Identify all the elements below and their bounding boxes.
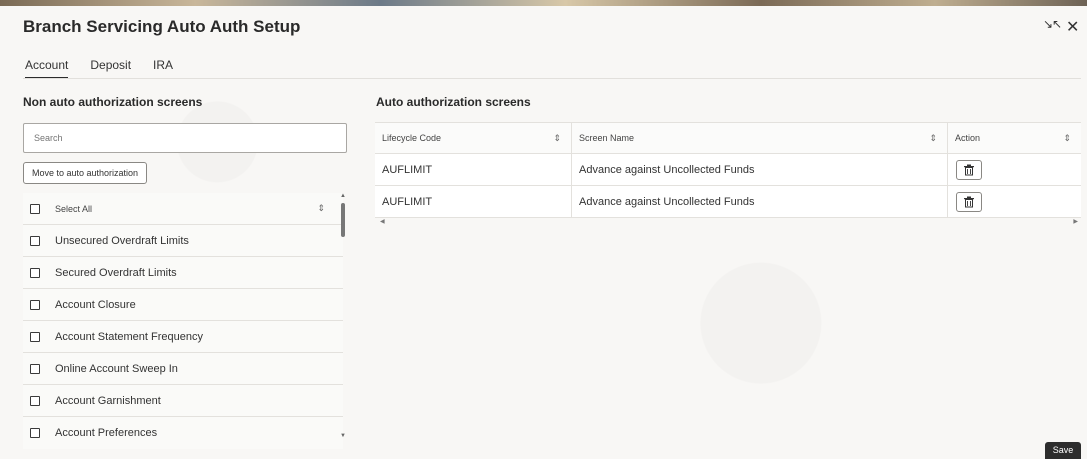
sort-icon[interactable]: ⇕ [553,133,561,144]
close-icon[interactable]: ✕ [1066,17,1079,37]
table-row[interactable]: AUFLIMIT Advance against Uncollected Fun… [375,154,1081,186]
delete-icon [964,164,974,175]
item-checkbox[interactable] [30,331,40,342]
tab-deposit[interactable]: Deposit [90,58,131,79]
tab-ira[interactable]: IRA [153,58,173,79]
sort-icon[interactable]: ⇕ [929,133,937,144]
move-to-auto-button[interactable]: Move to auto authorization [23,162,148,184]
tab-bar: Account Deposit IRA [25,58,195,79]
scroll-up-icon[interactable]: ▲ [340,193,346,199]
scroll-down-icon[interactable]: ▼ [340,433,346,439]
list-item-label: Online Account Sweep In [55,362,178,375]
item-checkbox[interactable] [30,235,40,246]
list-item-label: Account Garnishment [55,394,161,407]
search-input[interactable] [23,123,347,153]
table-header-row: Lifecycle Code ⇕ Screen Name ⇕ Action ⇕ [375,122,1081,154]
delete-button[interactable] [956,159,982,180]
scroll-left-icon[interactable]: ◀ [380,218,385,225]
screen-name-cell: Advance against Uncollected Funds [572,186,948,217]
action-cell [948,154,1081,185]
action-cell [948,186,1081,217]
delete-icon [964,196,974,207]
list-scrollbar[interactable]: ▲ ▼ [339,193,347,443]
list-item[interactable]: Account Garnishment [23,385,343,417]
list-item-label: Account Statement Frequency [55,330,203,343]
select-all-row[interactable]: Select All ⇕ [23,193,343,225]
column-header-screen-name[interactable]: Screen Name ⇕ [572,123,948,153]
list-item-label: Account Closure [55,298,136,311]
list-item[interactable]: Online Account Sweep In [23,353,343,385]
save-button[interactable]: Save [1045,442,1081,459]
page-title: Branch Servicing Auto Auth Setup [23,17,301,36]
item-checkbox[interactable] [30,267,40,278]
table-row[interactable]: AUFLIMIT Advance against Uncollected Fun… [375,186,1081,218]
scroll-right-icon[interactable]: ▶ [1073,218,1078,225]
item-checkbox[interactable] [30,299,40,310]
list-item-label: Unsecured Overdraft Limits [55,234,189,247]
list-item-label: Secured Overdraft Limits [55,266,177,279]
auto-auth-table: Lifecycle Code ⇕ Screen Name ⇕ Action ⇕ … [375,122,1081,218]
list-item[interactable]: Account Statement Frequency [23,321,343,353]
list-item[interactable]: Secured Overdraft Limits [23,257,343,289]
table-horizontal-scrollbar[interactable]: ◀ ▶ [375,218,1081,226]
column-header-action[interactable]: Action ⇕ [948,123,1081,153]
select-all-checkbox[interactable] [30,203,40,214]
list-item[interactable]: Unsecured Overdraft Limits [23,225,343,257]
scrollbar-thumb[interactable] [341,203,345,237]
lifecycle-code-cell: AUFLIMIT [375,154,572,185]
collapse-icon[interactable]: ↘↖ [1043,17,1062,31]
delete-button[interactable] [956,191,982,212]
tab-divider [23,78,1081,79]
list-item[interactable]: Account Preferences [23,417,343,449]
auto-heading: Auto authorization screens [376,95,531,109]
lifecycle-code-cell: AUFLIMIT [375,186,572,217]
screen-name-cell: Advance against Uncollected Funds [572,154,948,185]
tab-account[interactable]: Account [25,58,69,79]
item-checkbox[interactable] [30,363,40,374]
screen-list: Select All ⇕ Unsecured Overdraft Limits … [23,193,343,449]
non-auto-heading: Non auto authorization screens [23,95,203,109]
list-item[interactable]: Account Closure [23,289,343,321]
list-item-label: Account Preferences [55,427,158,439]
column-header-lifecycle-code[interactable]: Lifecycle Code ⇕ [375,123,572,153]
item-checkbox[interactable] [30,428,40,438]
sort-icon[interactable]: ⇕ [317,203,325,214]
item-checkbox[interactable] [30,395,40,406]
select-all-label: Select All [55,203,93,214]
sort-icon[interactable]: ⇕ [1063,133,1071,144]
